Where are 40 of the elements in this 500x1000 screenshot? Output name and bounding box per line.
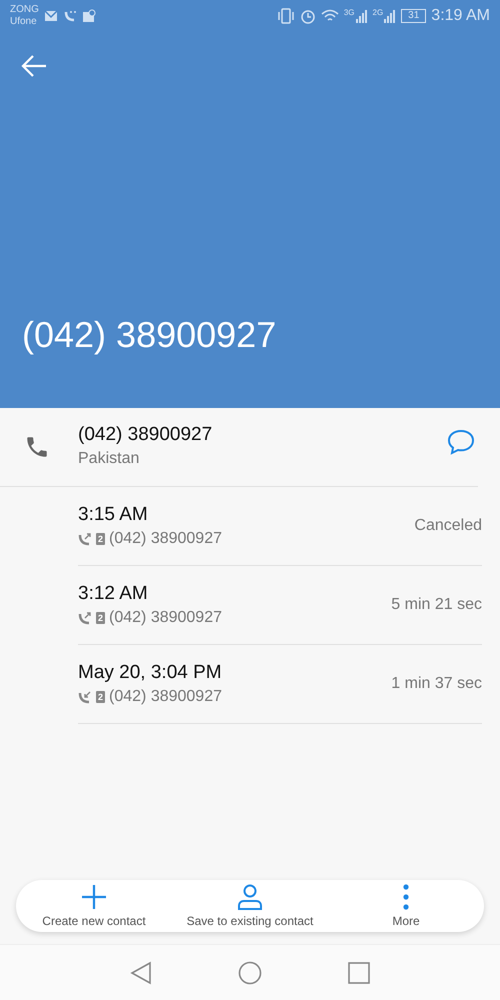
phone-number: (042) 38900927	[109, 609, 222, 627]
call-duration: Canceled	[414, 517, 482, 535]
action-button[interactable]: Save to existing contact	[172, 880, 328, 932]
call-time: 3:15 AM	[78, 504, 149, 526]
incoming-call-icon	[78, 690, 92, 704]
carrier-name: ZONG	[10, 4, 39, 16]
header-title: (042) 38900927	[21, 314, 278, 356]
call-time: 3:12 AM	[78, 583, 149, 605]
outgoing-call-icon	[78, 532, 92, 546]
message-icon[interactable]	[446, 428, 476, 456]
signal-icon	[356, 9, 368, 23]
call-time: May 20, 3:04 PM	[78, 662, 223, 684]
battery-level: 31	[401, 9, 426, 23]
back-icon[interactable]	[130, 960, 152, 984]
wifi-icon	[320, 9, 339, 23]
home-icon[interactable]	[238, 960, 262, 984]
phone-number: (042) 38900927	[109, 530, 222, 548]
sim-badge: 2	[96, 533, 106, 545]
clock: 3:19 AM	[431, 7, 490, 25]
call-duration: 1 min 37 sec	[391, 675, 482, 693]
sim-badge: 2	[96, 691, 106, 703]
sim-badge: 2	[96, 612, 106, 624]
plus-icon	[81, 884, 107, 910]
phone-number: (042) 38900927	[78, 424, 214, 446]
location: Pakistan	[78, 450, 140, 468]
more-icon	[402, 884, 410, 910]
signal-icon	[384, 9, 396, 23]
call-duration: 5 min 21 sec	[391, 596, 482, 614]
phone-number: (042) 38900927	[109, 688, 222, 706]
action-button[interactable]: More	[328, 880, 484, 932]
outgoing-call-icon	[78, 611, 92, 625]
recents-icon[interactable]	[348, 962, 370, 984]
person-icon	[237, 884, 263, 910]
carrier-name: Ufone	[10, 16, 38, 28]
network-type: 2G	[372, 8, 384, 17]
alarm-icon	[300, 8, 316, 24]
vibrate-icon	[276, 8, 295, 24]
mail-icon	[44, 10, 58, 22]
action-button[interactable]: Create new contact	[16, 880, 172, 932]
network-type: 3G	[344, 8, 354, 17]
